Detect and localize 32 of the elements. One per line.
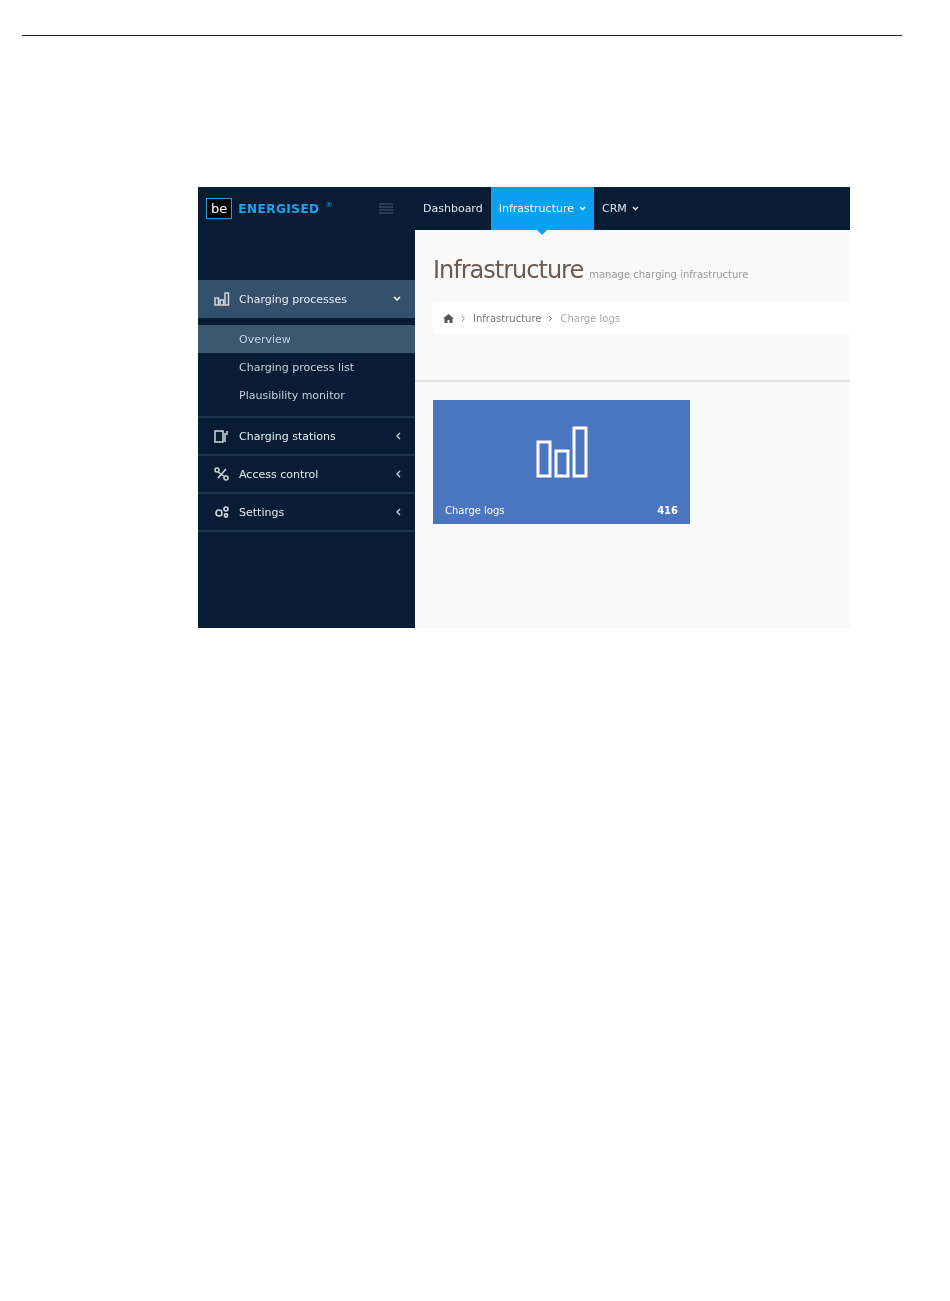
chevron-left-icon — [395, 508, 401, 516]
submenu-item[interactable]: Charging process list — [198, 353, 415, 381]
chevron-right-icon — [461, 314, 466, 322]
sidebar-item[interactable]: Charging processes — [198, 280, 415, 318]
sidebar-item[interactable]: Charging stations — [198, 418, 415, 456]
submenu-item[interactable]: Overview — [198, 325, 415, 353]
home-icon[interactable] — [443, 313, 454, 323]
bar-chart-icon — [535, 426, 588, 478]
sidebar-item[interactable]: Access control — [198, 456, 415, 494]
breadcrumb-link[interactable]: Infrastructure — [473, 312, 542, 324]
caret-icon — [631, 206, 639, 211]
chevron-down-icon — [393, 296, 401, 302]
sidebar-item[interactable]: Settings — [198, 494, 415, 532]
nav-tab[interactable]: Dashboard — [415, 187, 491, 230]
brand-name: ENERGISED — [238, 201, 320, 216]
pointer-icon — [537, 230, 548, 235]
nav-tab[interactable]: CRM — [593, 187, 647, 230]
chevron-right-icon — [548, 314, 554, 322]
logo-mark: be — [206, 198, 233, 219]
tile-label: Charge logs — [445, 505, 505, 516]
tile-count: 416 — [657, 505, 678, 516]
submenu-item[interactable]: Plausibility monitor — [198, 381, 415, 409]
page-title: Infrastructure — [433, 256, 584, 284]
stat-tile[interactable]: Charge logs 416 — [433, 400, 690, 524]
station-icon — [214, 429, 230, 443]
chevron-left-icon — [395, 432, 401, 440]
gears-icon — [214, 505, 230, 519]
bar-chart-icon — [214, 292, 230, 306]
caret-icon — [578, 206, 586, 211]
network-icon — [214, 467, 230, 481]
page-subtitle: manage charging infrastructure — [589, 269, 749, 280]
chevron-left-icon — [395, 470, 401, 478]
